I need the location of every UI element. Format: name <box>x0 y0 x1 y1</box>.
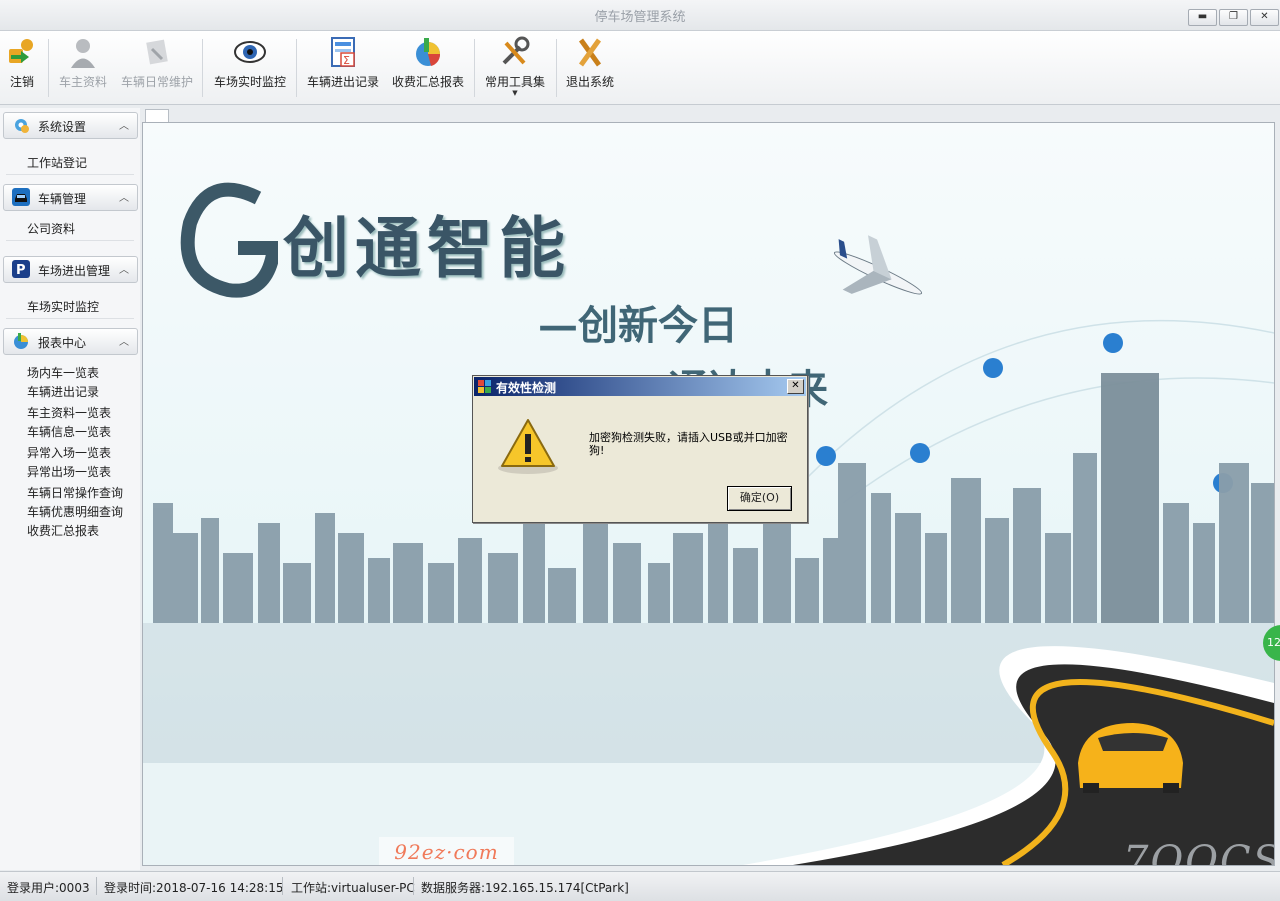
globe-icon <box>983 358 1003 378</box>
sidebar-item-report[interactable]: 异常入场一览表 <box>27 444 111 461</box>
settings-icon <box>15 119 29 133</box>
tools-button[interactable]: 常用工具集 ▼ <box>482 35 548 97</box>
airplane-icon <box>833 235 923 295</box>
fee-summary-button[interactable]: 收费汇总报表 <box>389 35 467 90</box>
toolbar-separator <box>296 39 297 97</box>
validity-check-dialog: 有效性检测 ✕ 加密狗检测失败，请插入USB或并口加密狗! 确定(O) <box>472 375 808 523</box>
collapse-chevron-icon[interactable]: ︿ <box>119 333 129 348</box>
divider <box>413 877 414 895</box>
collapse-chevron-icon[interactable]: ︿ <box>119 261 129 276</box>
exit-icon <box>578 38 602 67</box>
report-icon <box>14 333 28 349</box>
logout-icon <box>9 39 33 63</box>
dialog-title: 有效性检测 <box>496 381 557 395</box>
status-data-server: 数据服务器:192.165.15.174[CtPark] <box>421 881 629 895</box>
exit-system-button[interactable]: 退出系统 <box>562 35 618 90</box>
records-icon: Σ <box>331 37 355 67</box>
toolbar-separator <box>556 39 557 97</box>
sidebar-item-report[interactable]: 车辆信息一览表 <box>27 423 111 440</box>
toolbar-separator <box>202 39 203 97</box>
toolbar-separator <box>474 39 475 97</box>
tools-icon <box>502 36 530 65</box>
minimize-button[interactable]: ▬ <box>1188 9 1217 26</box>
divider <box>6 174 134 175</box>
vehicle-maintenance-button[interactable]: 车辆日常维护 <box>118 35 196 90</box>
dialog-title-bar: 有效性检测 ✕ <box>474 377 806 396</box>
slogan-line-1: —创新今日 <box>538 302 738 349</box>
sidebar-item-company-info[interactable]: 公司资料 <box>27 220 75 237</box>
sidebar-item-workstation-register[interactable]: 工作站登记 <box>27 154 87 171</box>
sidebar-group-vehicle-management[interactable]: 车辆管理 ︿ <box>3 184 138 211</box>
sidebar-item-report[interactable]: 异常出场一览表 <box>27 463 111 480</box>
sidebar-item-report[interactable]: 车主资料一览表 <box>27 404 111 421</box>
divider <box>96 877 97 895</box>
sidebar-item-realtime-monitor[interactable]: 车场实时监控 <box>27 298 99 315</box>
brand-name: 创通智能 <box>283 209 571 287</box>
owner-icon <box>71 39 95 68</box>
corner-logo: 7OOCS <box>1123 838 1275 866</box>
main-toolbar: 注销 车主资料 车辆日常维护 车场实时监控 Σ 车辆进出记录 收费汇总报表 常用… <box>0 31 1280 105</box>
eye-icon <box>234 41 266 63</box>
vehicle-records-button[interactable]: Σ 车辆进出记录 <box>304 35 382 90</box>
sports-car-icon <box>1078 723 1183 793</box>
collapse-chevron-icon[interactable]: ︿ <box>119 189 129 204</box>
divider <box>6 240 134 241</box>
divider <box>282 877 283 895</box>
pie-chart-icon <box>416 38 441 66</box>
sidebar-item-report[interactable]: 车辆进出记录 <box>27 383 99 400</box>
sidebar-group-parking-access[interactable]: P 车场进出管理 ︿ <box>3 256 138 283</box>
ok-button[interactable]: 确定(O) <box>727 486 792 511</box>
dialog-close-button[interactable]: ✕ <box>787 379 804 394</box>
svg-text:P: P <box>16 263 26 278</box>
window-title: 停车场管理系统 <box>594 10 686 25</box>
close-button[interactable]: ✕ <box>1250 9 1279 26</box>
status-login-user: 登录用户:0003 <box>7 881 90 895</box>
logout-button[interactable]: 注销 <box>4 35 40 90</box>
maintenance-icon <box>146 39 168 65</box>
globe-icon <box>910 443 930 463</box>
parking-icon: P <box>12 260 30 278</box>
svg-text:Σ: Σ <box>343 54 350 67</box>
sidebar-group-report-center[interactable]: 报表中心 ︿ <box>3 328 138 355</box>
title-bar: 停车场管理系统 ▬ ❐ ✕ <box>0 0 1280 31</box>
chevron-down-icon: ▼ <box>512 89 518 97</box>
owner-info-button[interactable]: 车主资料 <box>56 35 110 90</box>
sidebar-item-report[interactable]: 车辆优惠明细查询 <box>27 503 123 520</box>
sidebar-group-system-settings[interactable]: 系统设置 ︿ <box>3 112 138 139</box>
collapse-chevron-icon[interactable]: ︿ <box>119 117 129 132</box>
divider <box>6 318 134 319</box>
realtime-monitor-button[interactable]: 车场实时监控 <box>210 35 290 90</box>
brand-logo-icon <box>180 182 278 298</box>
site-watermark: 92ez·com <box>379 837 514 865</box>
car-icon <box>12 188 30 206</box>
toolbar-separator <box>48 39 49 97</box>
globe-icon <box>1103 333 1123 353</box>
dialog-message: 加密狗检测失败，请插入USB或并口加密狗! <box>589 431 788 457</box>
app-icon <box>478 380 491 393</box>
status-login-time: 登录时间:2018-07-16 14:28:15 <box>104 881 284 895</box>
sidebar-item-report[interactable]: 车辆日常操作查询 <box>27 484 123 501</box>
warning-icon <box>498 419 558 474</box>
status-workstation: 工作站:virtualuser-PC <box>291 881 415 895</box>
sidebar-item-report[interactable]: 场内车一览表 <box>27 364 99 381</box>
navigation-sidebar: 系统设置 ︿ 工作站登记 车辆管理 ︿ 公司资料 P 车场进出管理 ︿ 车场实时… <box>0 108 140 870</box>
restore-button[interactable]: ❐ <box>1219 9 1248 26</box>
status-bar: 登录用户:0003 登录时间:2018-07-16 14:28:15 工作站:v… <box>0 871 1280 901</box>
sidebar-item-report[interactable]: 收费汇总报表 <box>27 522 99 539</box>
globe-icon <box>816 446 836 466</box>
